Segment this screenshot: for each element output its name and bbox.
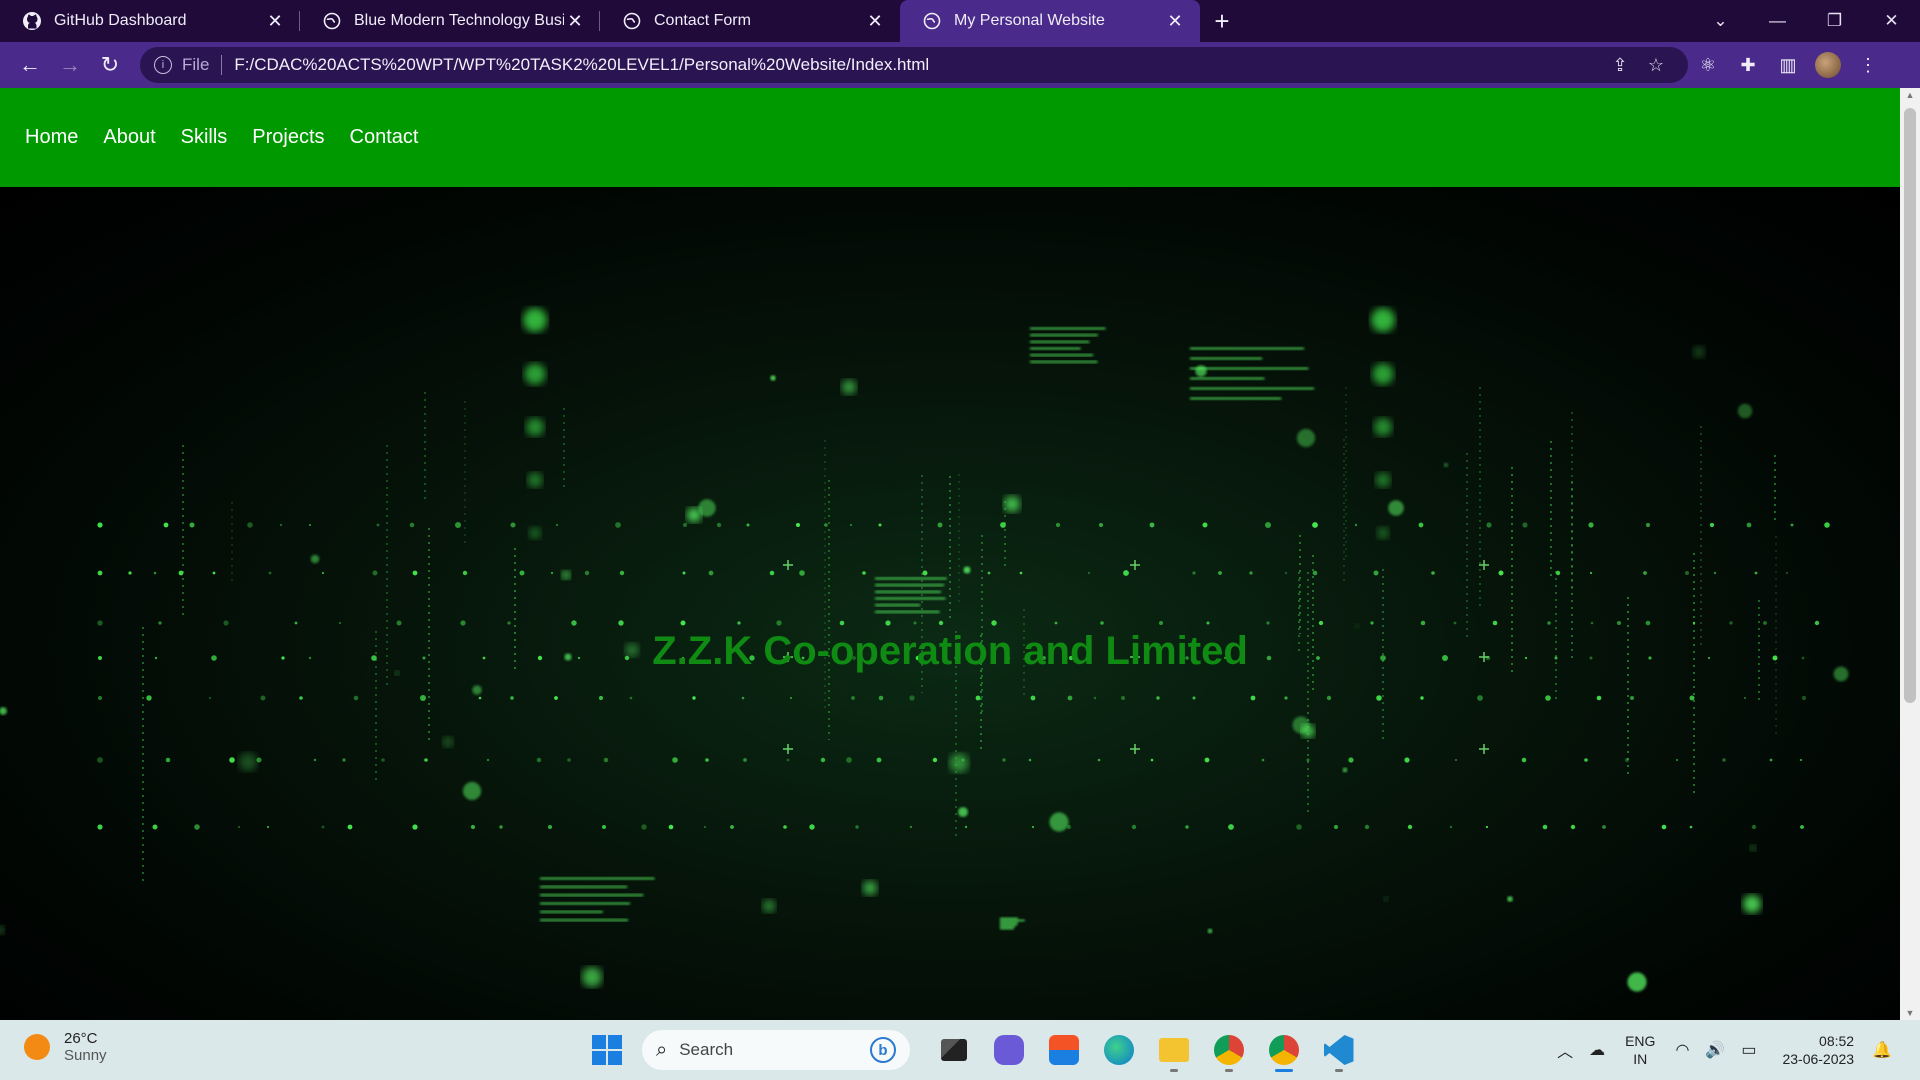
back-button[interactable]: ← xyxy=(10,47,50,83)
tab-contact-form[interactable]: Contact Form ✕ xyxy=(600,0,900,42)
tab-title: My Personal Website xyxy=(954,12,1105,29)
address-bar[interactable]: i File F:/CDAC%20ACTS%20WPT/WPT%20TASK2%… xyxy=(140,47,1688,83)
nav-about[interactable]: About xyxy=(103,126,155,149)
nav-contact[interactable]: Contact xyxy=(350,126,419,149)
wifi-icon[interactable]: ◠ xyxy=(1675,1040,1689,1060)
reload-button[interactable]: ↻ xyxy=(90,47,130,83)
bookmark-star-icon[interactable]: ☆ xyxy=(1638,55,1674,76)
tab-strip: GitHub Dashboard ✕ Blue Modern Technolog… xyxy=(0,0,1920,42)
clock-time: 08:52 xyxy=(1819,1033,1855,1049)
file-explorer-icon[interactable] xyxy=(1146,1026,1201,1074)
maximize-button[interactable]: ❐ xyxy=(1806,11,1863,31)
clock-date: 23-06-2023 xyxy=(1782,1051,1855,1067)
scroll-down-arrow[interactable]: ▼ xyxy=(1900,1008,1920,1018)
scroll-up-arrow[interactable]: ▲ xyxy=(1900,90,1920,100)
tab-github[interactable]: GitHub Dashboard ✕ xyxy=(0,0,300,42)
vscode-icon[interactable] xyxy=(1311,1026,1366,1074)
globe-icon xyxy=(922,11,942,31)
battery-icon[interactable]: ▭ xyxy=(1741,1040,1756,1060)
bing-icon[interactable]: b xyxy=(870,1037,896,1063)
nav-skills[interactable]: Skills xyxy=(181,126,228,149)
weather-condition: Sunny xyxy=(64,1047,107,1064)
chrome-icon[interactable] xyxy=(1256,1026,1311,1074)
site-navbar: Home About Skills Projects Contact xyxy=(0,88,1900,187)
notification-bell-icon[interactable]: 🔔 xyxy=(1872,1040,1892,1060)
clock[interactable]: 08:52 23-06-2023 xyxy=(1782,1032,1854,1068)
scrollbar-thumb[interactable] xyxy=(1904,108,1916,703)
task-view-icon[interactable] xyxy=(926,1026,981,1074)
tab-search-icon[interactable]: ⌄ xyxy=(1692,11,1749,31)
tab-title: Contact Form xyxy=(654,12,751,29)
page-viewport: Home About Skills Projects Contact Z.Z.K… xyxy=(0,88,1900,1020)
forward-button[interactable]: → xyxy=(50,47,90,83)
weather-temp: 26°C xyxy=(64,1030,98,1047)
nav-home[interactable]: Home xyxy=(25,126,78,149)
language-indicator[interactable]: ENG IN xyxy=(1625,1032,1655,1068)
taskbar-apps: ⌕ Search b xyxy=(580,1026,1366,1074)
hero-background-image xyxy=(0,308,1849,992)
hero-headline: Z.Z.K Co-operation and Limited xyxy=(652,629,1248,673)
close-window-button[interactable]: ✕ xyxy=(1863,11,1920,31)
share-icon[interactable]: ⇪ xyxy=(1602,55,1638,76)
tab-title: GitHub Dashboard xyxy=(54,12,187,29)
sun-icon xyxy=(24,1034,50,1060)
store-icon[interactable] xyxy=(1036,1026,1091,1074)
url-scheme: File xyxy=(182,55,223,75)
extension-react-icon[interactable]: ⚛ xyxy=(1688,47,1728,83)
close-icon[interactable]: ✕ xyxy=(1164,10,1186,32)
taskbar-search[interactable]: ⌕ Search b xyxy=(642,1030,910,1070)
page-scrollbar[interactable]: ▲ ▼ xyxy=(1900,88,1920,1020)
globe-icon xyxy=(622,11,642,31)
start-button[interactable] xyxy=(592,1035,622,1065)
browser-toolbar: ← → ↻ i File F:/CDAC%20ACTS%20WPT/WPT%20… xyxy=(0,42,1920,88)
language-line1: ENG xyxy=(1625,1033,1656,1049)
volume-icon[interactable]: 🔊 xyxy=(1705,1040,1725,1060)
weather-widget[interactable]: 26°C Sunny xyxy=(24,1030,107,1064)
url-text[interactable]: F:/CDAC%20ACTS%20WPT/WPT%20TASK2%20LEVEL… xyxy=(234,55,1602,75)
edge-icon[interactable] xyxy=(1091,1026,1146,1074)
tab-blue-modern[interactable]: Blue Modern Technology Business ✕ xyxy=(300,0,600,42)
nav-projects[interactable]: Projects xyxy=(252,126,324,149)
system-tray: ︿ ☁ ENG IN ◠ 🔊 ▭ 08:52 23-06-2023 🔔 xyxy=(1549,1028,1900,1072)
chevron-up-icon[interactable]: ︿ xyxy=(1557,1038,1573,1062)
tab-title: Blue Modern Technology Business xyxy=(354,12,564,29)
info-icon[interactable]: i xyxy=(154,56,172,74)
side-panel-icon[interactable]: ▥ xyxy=(1768,47,1808,83)
teams-icon[interactable] xyxy=(981,1026,1036,1074)
language-line2: IN xyxy=(1633,1051,1648,1067)
extensions-puzzle-icon[interactable]: ✚ xyxy=(1728,47,1768,83)
chrome-icon[interactable] xyxy=(1201,1026,1256,1074)
windows-taskbar: 26°C Sunny ⌕ Search b ︿ ☁ ENG IN ◠ 🔊 ▭ 0… xyxy=(0,1020,1920,1080)
menu-kebab-icon[interactable]: ⋮ xyxy=(1848,47,1888,83)
close-icon[interactable]: ✕ xyxy=(564,10,586,32)
profile-avatar[interactable] xyxy=(1808,47,1848,83)
tab-personal-website[interactable]: My Personal Website ✕ xyxy=(900,0,1200,42)
new-tab-button[interactable]: + xyxy=(1200,0,1244,42)
onedrive-icon[interactable]: ☁ xyxy=(1589,1040,1605,1060)
hero-section: Z.Z.K Co-operation and Limited xyxy=(0,187,1900,1020)
search-icon: ⌕ xyxy=(656,1038,668,1061)
search-placeholder: Search xyxy=(679,1040,734,1059)
globe-icon xyxy=(322,11,342,31)
github-icon xyxy=(22,11,42,31)
window-controls: ⌄ — ❐ ✕ xyxy=(1692,0,1920,42)
minimize-button[interactable]: — xyxy=(1749,11,1806,31)
close-icon[interactable]: ✕ xyxy=(264,10,286,32)
close-icon[interactable]: ✕ xyxy=(864,10,886,32)
